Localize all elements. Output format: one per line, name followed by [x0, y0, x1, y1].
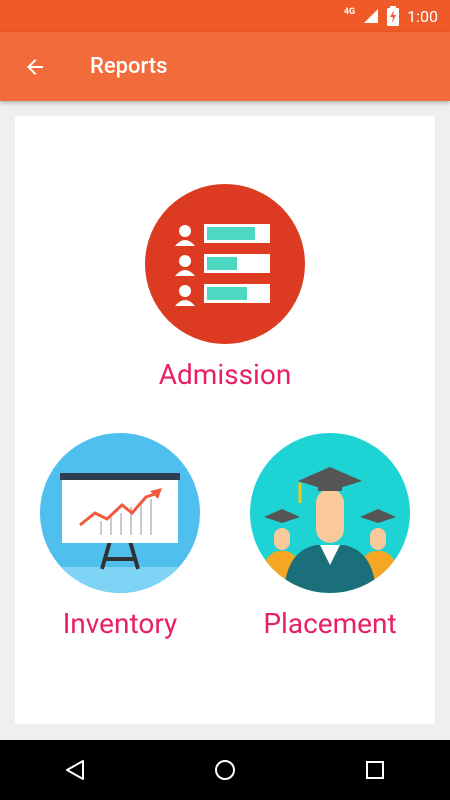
placement-label: Placement	[263, 607, 397, 640]
report-placement[interactable]: Placement	[240, 433, 420, 645]
nav-home-button[interactable]	[195, 740, 255, 800]
reports-card: Admission Inventory Placement	[15, 116, 435, 724]
inventory-label: Inventory	[62, 607, 178, 640]
clock: 1:00	[407, 6, 438, 26]
back-button[interactable]	[0, 32, 70, 101]
page-title: Reports	[90, 54, 168, 79]
graduates-icon	[250, 433, 410, 593]
nav-back-icon	[66, 760, 84, 780]
network-type: 4G	[343, 7, 356, 17]
nav-home-icon	[215, 760, 235, 780]
report-admission[interactable]: Admission	[135, 184, 315, 396]
system-nav-bar	[0, 740, 450, 800]
admission-label: Admission	[158, 358, 292, 391]
nav-recents-icon	[366, 761, 384, 779]
status-bar: 4G 1:00	[0, 0, 450, 32]
nav-recents-button[interactable]	[345, 740, 405, 800]
presentation-chart-icon	[40, 433, 200, 593]
battery-charging-icon	[387, 6, 400, 26]
app-toolbar: Reports	[0, 32, 450, 101]
arrow-back-icon	[27, 58, 43, 75]
signal-icon	[364, 9, 379, 23]
admission-list-icon	[145, 184, 305, 344]
report-inventory[interactable]: Inventory	[30, 433, 210, 645]
nav-back-button[interactable]	[45, 740, 105, 800]
